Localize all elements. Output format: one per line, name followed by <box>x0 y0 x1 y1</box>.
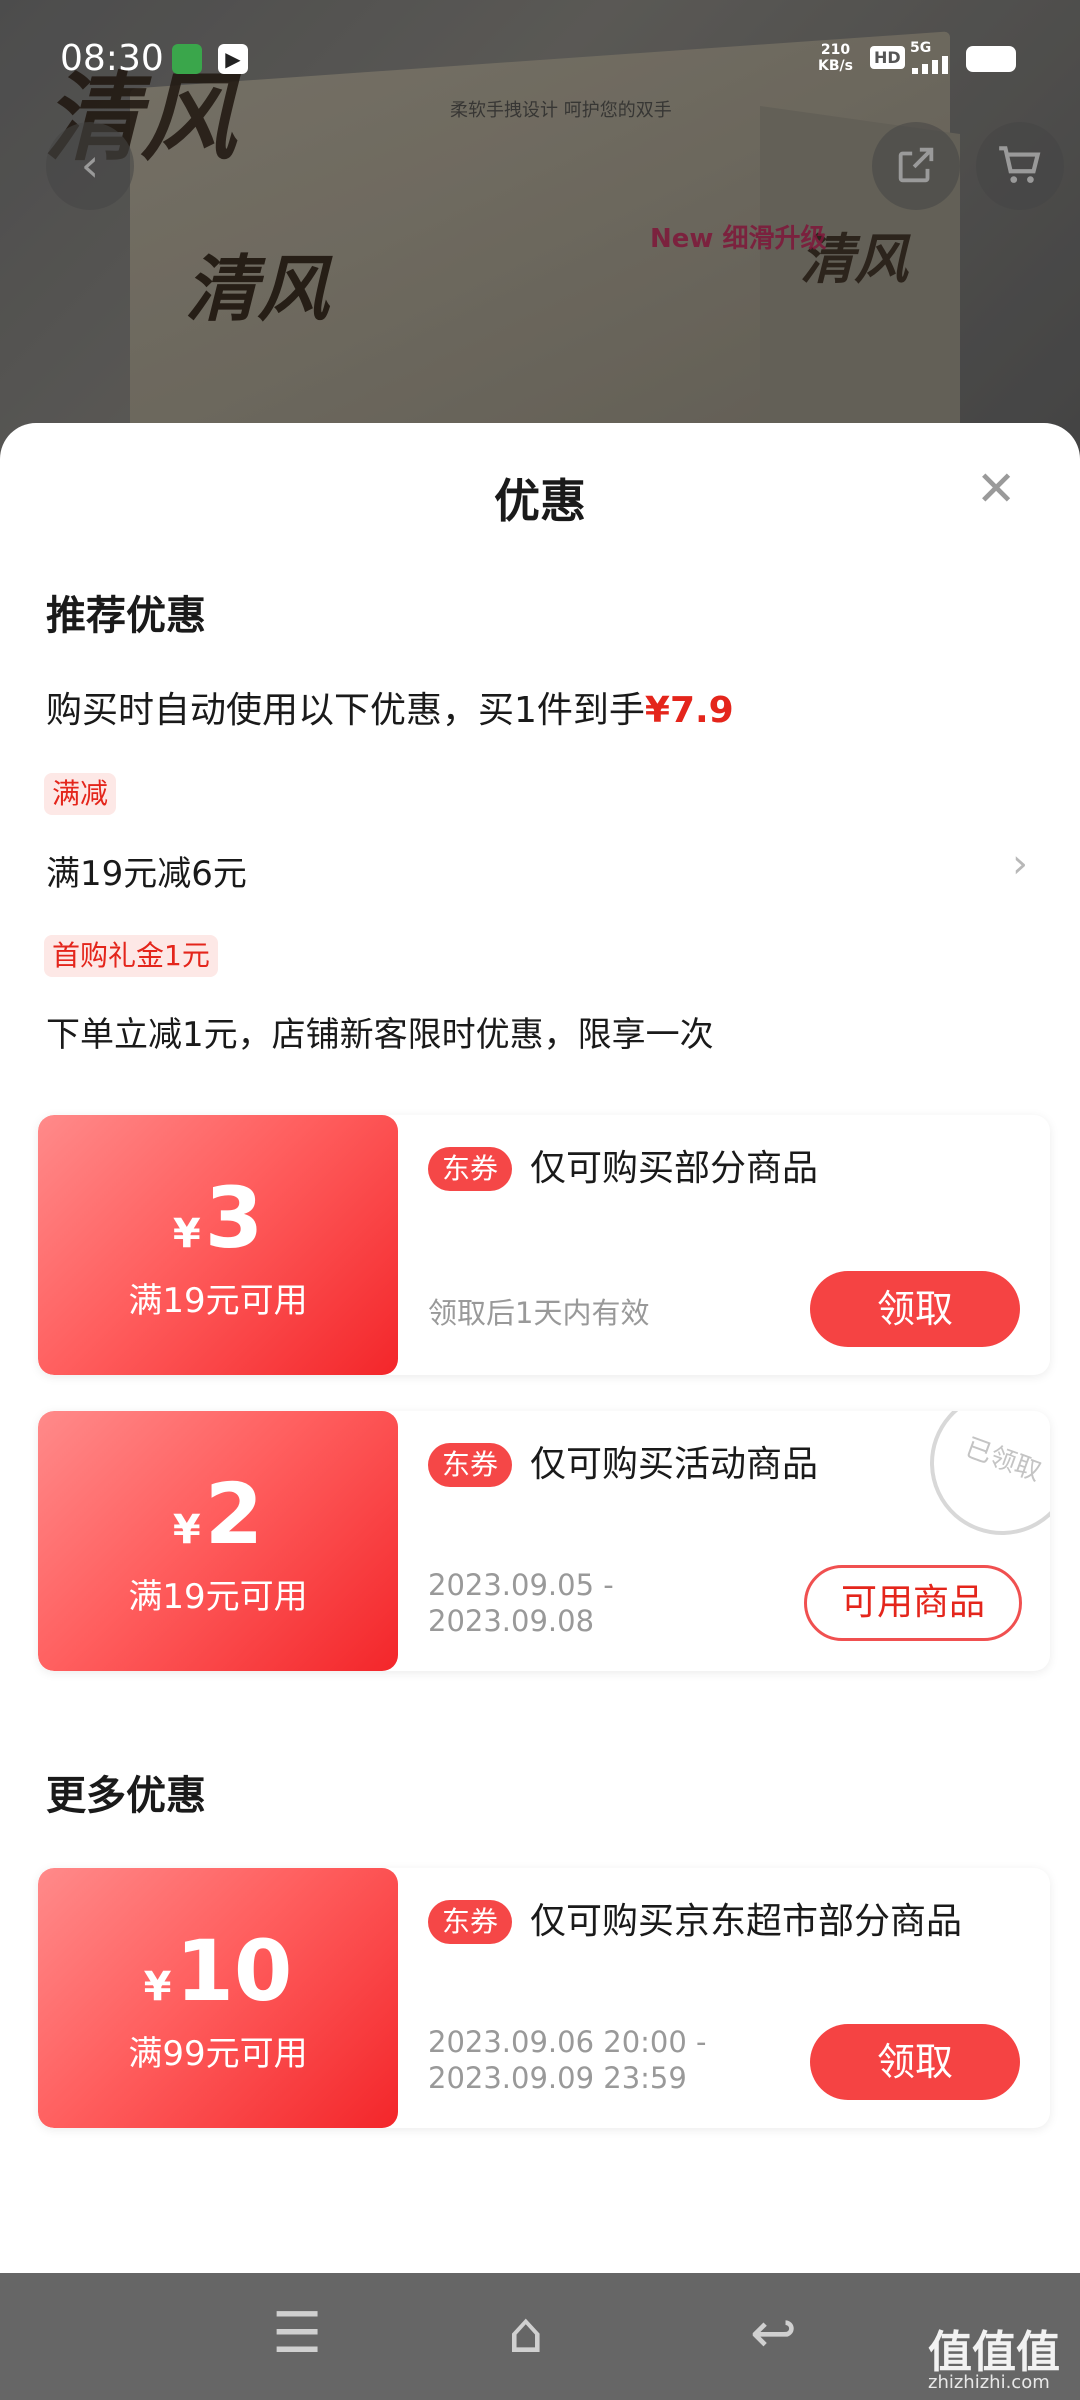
auto-apply-text: 购买时自动使用以下优惠，买1件到手 <box>46 690 645 731</box>
applicable-products-button[interactable]: 可用商品 <box>804 1565 1022 1641</box>
coupon-value-panel: ¥10 满99元可用 <box>38 1868 398 2128</box>
coupon-value-panel: ¥2 满19元可用 <box>38 1411 398 1671</box>
coupon-type-badge: 东券 <box>428 1443 513 1487</box>
coupon-amount: ¥10 <box>38 1926 398 2032</box>
sheet-title: 优惠 <box>494 474 586 528</box>
coupon-validity-end: 2023.09.09 23:59 <box>428 2061 687 2095</box>
coupon-amount-value: 3 <box>204 1169 264 1267</box>
coupon-card: ¥3 满19元可用 东券 仅可购买部分商品 领取后1天内有效 领取 <box>38 1115 1050 1375</box>
signal-label: 5G <box>910 40 932 56</box>
promo-tag: 满减 <box>44 773 117 815</box>
signal-icon <box>912 56 958 74</box>
promo-text: 下单立减1元，店铺新客限时优惠，限享一次 <box>46 1015 714 1055</box>
coupon-validity-start: 2023.09.06 20:00 - <box>428 2025 707 2059</box>
back-icon[interactable]: ↩ <box>750 2299 797 2369</box>
currency-symbol: ¥ <box>172 1507 201 1553</box>
coupon-amount: ¥3 <box>38 1173 398 1279</box>
cart-button[interactable] <box>976 122 1064 210</box>
claim-button[interactable]: 领取 <box>810 1271 1020 1347</box>
net-speed: 210 KB/s <box>818 42 853 74</box>
promo-tag: 首购礼金1元 <box>44 935 218 977</box>
watermark-url: zhizhizhi.com <box>928 2372 1050 2393</box>
coupon-amount: ¥2 <box>38 1469 398 1575</box>
coupon-description: 仅可购买活动商品 <box>530 1444 819 1485</box>
close-icon: ✕ <box>976 461 1017 517</box>
coupon-value-panel: ¥3 满19元可用 <box>38 1115 398 1375</box>
coupon-condition: 满19元可用 <box>128 1281 308 1321</box>
back-button[interactable]: ‹ <box>46 122 134 210</box>
coupon-type-badge: 东券 <box>428 1900 513 1944</box>
coupon-condition: 满99元可用 <box>128 2034 308 2074</box>
system-nav-bar: ☰ ⌂ ↩ <box>0 2273 1080 2400</box>
status-time: 08:30 <box>60 38 164 79</box>
claimed-stamp: 已领取 <box>909 1411 1050 1556</box>
coupon-description: 仅可购买部分商品 <box>530 1148 819 1189</box>
final-price: ¥7.9 <box>644 690 734 731</box>
net-speed-unit: KB/s <box>818 58 853 74</box>
currency-symbol: ¥ <box>172 1211 201 1257</box>
menu-icon[interactable]: ☰ <box>272 2299 322 2369</box>
chevron-left-icon: ‹ <box>80 138 100 192</box>
status-bar: 08:30 ▶ 210 KB/s HD 5G <box>0 0 1080 120</box>
hd-icon: HD <box>870 46 905 69</box>
share-button[interactable] <box>872 122 960 210</box>
coupon-type-badge: 东券 <box>428 1147 513 1191</box>
coupon-description: 仅可购买京东超市部分商品 <box>530 1901 963 1942</box>
coupon-validity-start: 2023.09.05 - <box>428 1568 614 1602</box>
watermark-logo: 值值值 <box>928 2327 1060 2378</box>
currency-symbol: ¥ <box>143 1964 172 2010</box>
close-button[interactable]: ✕ <box>976 459 1016 519</box>
recommended-heading: 推荐优惠 <box>46 593 206 639</box>
coupon-validity: 领取后1天内有效 <box>428 1296 650 1330</box>
coupon-amount-value: 10 <box>175 1922 293 2020</box>
discount-sheet: 优惠 ✕ 推荐优惠 购买时自动使用以下优惠，买1件到手¥7.9 满减 满19元减… <box>0 423 1080 2273</box>
coupon-amount-value: 2 <box>204 1465 264 1563</box>
battery-icon <box>966 46 1016 72</box>
share-icon <box>898 147 934 183</box>
play-app-icon: ▶ <box>218 44 248 74</box>
coupon-card: ¥10 满99元可用 东券 仅可购买京东超市部分商品 2023.09.06 20… <box>38 1868 1050 2128</box>
chevron-right-icon[interactable]: › <box>1012 841 1028 887</box>
coupon-card: ¥2 满19元可用 已领取 东券 仅可购买活动商品 2023.09.05 - 2… <box>38 1411 1050 1671</box>
tv-app-icon <box>172 44 202 74</box>
net-speed-value: 210 <box>820 42 851 58</box>
auto-apply-line: 购买时自动使用以下优惠，买1件到手¥7.9 <box>46 681 734 733</box>
cart-icon <box>999 146 1041 183</box>
promo-text[interactable]: 满19元减6元 <box>46 846 247 895</box>
more-heading: 更多优惠 <box>46 1773 206 1819</box>
claim-button[interactable]: 领取 <box>810 2024 1020 2100</box>
coupon-validity-end: 2023.09.08 <box>428 1604 595 1638</box>
coupon-condition: 满19元可用 <box>128 1577 308 1617</box>
home-icon[interactable]: ⌂ <box>508 2299 544 2369</box>
